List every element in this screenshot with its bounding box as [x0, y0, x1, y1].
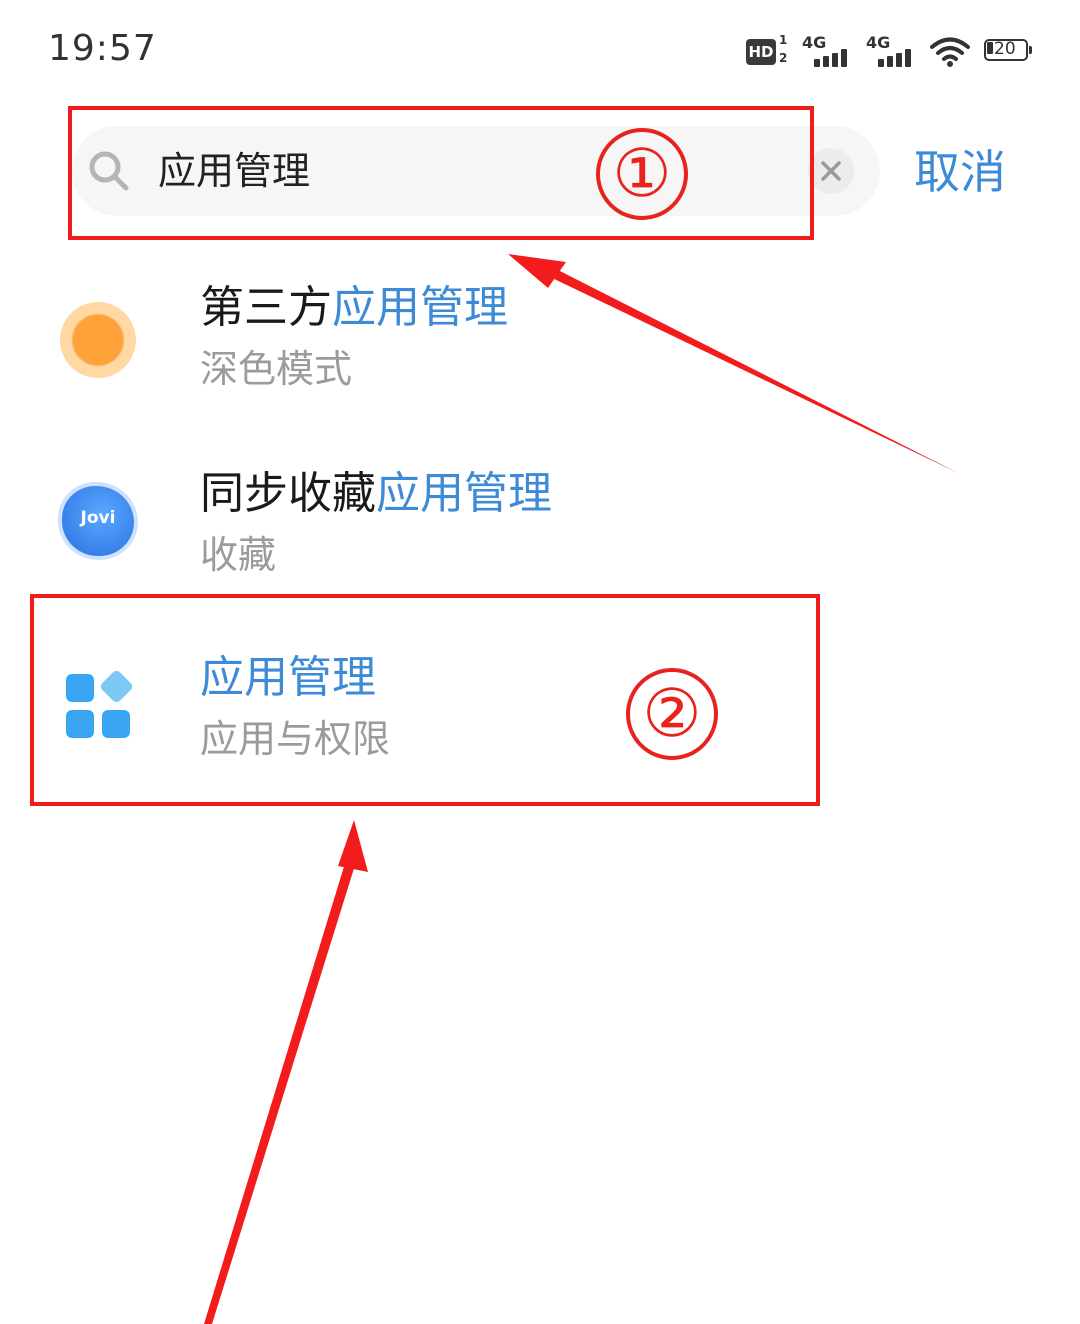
annotation-arrow-2: [204, 860, 356, 1324]
annotation-arrows: [204, 254, 960, 1324]
annotation-arrow-2-head: [338, 820, 368, 872]
annotation-arrow-1-head: [508, 254, 566, 288]
annotation-arrow-1: [548, 268, 960, 474]
